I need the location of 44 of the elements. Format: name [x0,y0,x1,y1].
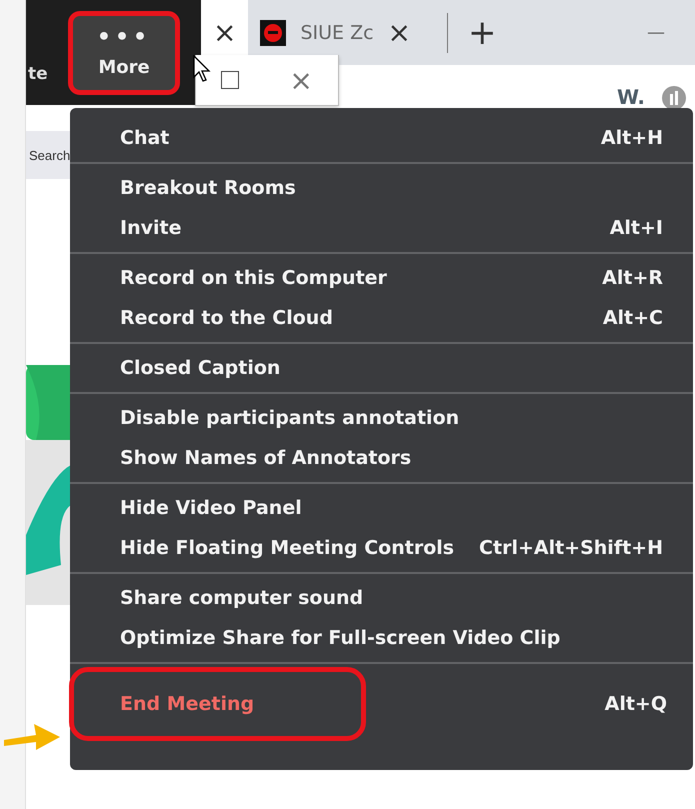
menu-item-label: Hide Video Panel [120,497,302,519]
maximize-icon[interactable] [221,71,240,89]
close-icon[interactable]: × [388,16,412,49]
chart-icon[interactable] [661,85,687,111]
menu-item[interactable]: Closed Caption [74,348,689,388]
menu-item-label: End Meeting [120,693,254,715]
shortcut-label: Alt+H [600,127,663,149]
shortcut-label: Alt+R [602,267,663,289]
menu-item-label: Closed Caption [120,357,280,379]
shortcut-label: Alt+C [602,307,663,329]
menu-item[interactable]: Hide Video Panel [74,488,689,528]
menu-item-label: Share computer sound [120,587,364,609]
close-icon[interactable]: × [289,64,313,96]
more-button[interactable]: ••• More [68,10,180,94]
favicon-icon [260,20,286,46]
minimize-button[interactable]: — [647,22,665,43]
menu-item-label: Optimize Share for Full-screen Video Clip [120,627,560,649]
menu-item-label: Breakout Rooms [120,177,296,199]
menu-item-label: Show Names of Annotators [120,447,412,469]
menu-item[interactable]: Record on this Computer Alt+R [74,258,689,298]
menu-item[interactable]: Breakout Rooms [74,168,689,208]
menu-item[interactable]: Disable participants annotation [74,398,689,438]
menu-item-label: Record to the Cloud [120,307,333,329]
menu-item[interactable]: Share computer sound [74,578,689,618]
menu-item-label: Disable participants annotation [120,407,460,429]
menu-item[interactable]: Optimize Share for Full-screen Video Clip [74,618,689,658]
tab-title: SIUE Zc [300,22,374,44]
new-tab-button[interactable]: + [447,12,497,52]
menu-item[interactable]: Show Names of Annotators [74,438,689,478]
browser-tab[interactable]: SIUE Zc × [248,0,424,65]
menu-item-label: Invite [120,217,182,239]
menu-item[interactable]: Invite Alt+I [74,208,689,248]
shortcut-label: Alt+Q [604,693,667,715]
shortcut-label: Alt+I [610,217,663,239]
extension-label[interactable]: W. [616,85,645,109]
menu-item[interactable]: Chat Alt+H [74,118,689,158]
menu-item[interactable]: Record to the Cloud Alt+C [74,298,689,338]
shortcut-label: Ctrl+Alt+Shift+H [479,537,663,559]
close-icon[interactable]: × [213,16,236,49]
menu-item[interactable]: Hide Floating Meeting Controls Ctrl+Alt+Shift+H [74,528,689,568]
menu-item-label: Chat [120,127,170,149]
menu-item-label: Record on this Computer [120,267,387,289]
toolbar-label: te [27,64,49,84]
menu-item-label: Hide Floating Meeting Controls [120,537,454,559]
